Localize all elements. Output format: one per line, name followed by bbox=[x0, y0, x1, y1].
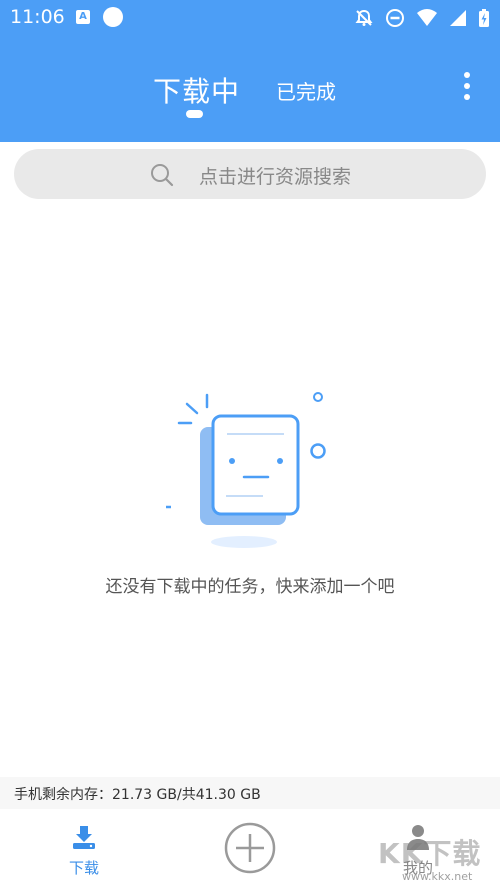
nav-download-tab[interactable]: 下载 bbox=[60, 823, 108, 878]
nav-download-label: 下载 bbox=[68, 859, 99, 877]
tab-completed[interactable]: 已完成 bbox=[276, 76, 336, 105]
battery-charging-icon bbox=[479, 9, 489, 27]
bell-off-icon bbox=[355, 9, 373, 26]
watermark-logo-text: KK下载 bbox=[378, 837, 482, 870]
more-dot bbox=[464, 72, 470, 78]
watermark-url: www.kkx.net bbox=[402, 870, 473, 883]
add-task-button[interactable] bbox=[223, 821, 277, 875]
empty-state-message: 还没有下载中的任务，快来添加一个吧 bbox=[105, 577, 395, 597]
search-placeholder: 点击进行资源搜索 bbox=[199, 166, 352, 188]
status-time: 11:06 bbox=[10, 6, 65, 28]
notification-dot-icon bbox=[103, 7, 123, 27]
search-bar[interactable]: 点击进行资源搜索 bbox=[14, 149, 486, 199]
do-not-disturb-icon bbox=[385, 9, 404, 27]
status-bar: 11:06 A bbox=[0, 0, 500, 36]
app-notification-icon: A bbox=[76, 10, 90, 24]
more-dot bbox=[464, 83, 470, 89]
wifi-icon bbox=[416, 9, 437, 26]
empty-tasks-illustration bbox=[166, 392, 326, 548]
more-options-button[interactable] bbox=[455, 72, 479, 104]
active-tab-indicator bbox=[186, 110, 203, 118]
storage-text: 手机剩余内存：21.73 GB/共41.30 GB bbox=[14, 787, 261, 803]
storage-info-bar: 手机剩余内存：21.73 GB/共41.30 GB bbox=[0, 777, 500, 809]
download-icon bbox=[73, 826, 95, 849]
status-icons bbox=[348, 8, 490, 28]
search-icon bbox=[151, 164, 174, 187]
more-dot bbox=[464, 94, 470, 100]
site-watermark: KK下载 www.kkx.net bbox=[378, 832, 498, 888]
download-tabs: 下载中 已完成 bbox=[0, 60, 500, 120]
tab-downloading[interactable]: 下载中 bbox=[153, 70, 240, 110]
app-header: 11:06 A 下载中 已完成 bbox=[0, 0, 500, 142]
cellular-signal-icon bbox=[449, 10, 466, 26]
